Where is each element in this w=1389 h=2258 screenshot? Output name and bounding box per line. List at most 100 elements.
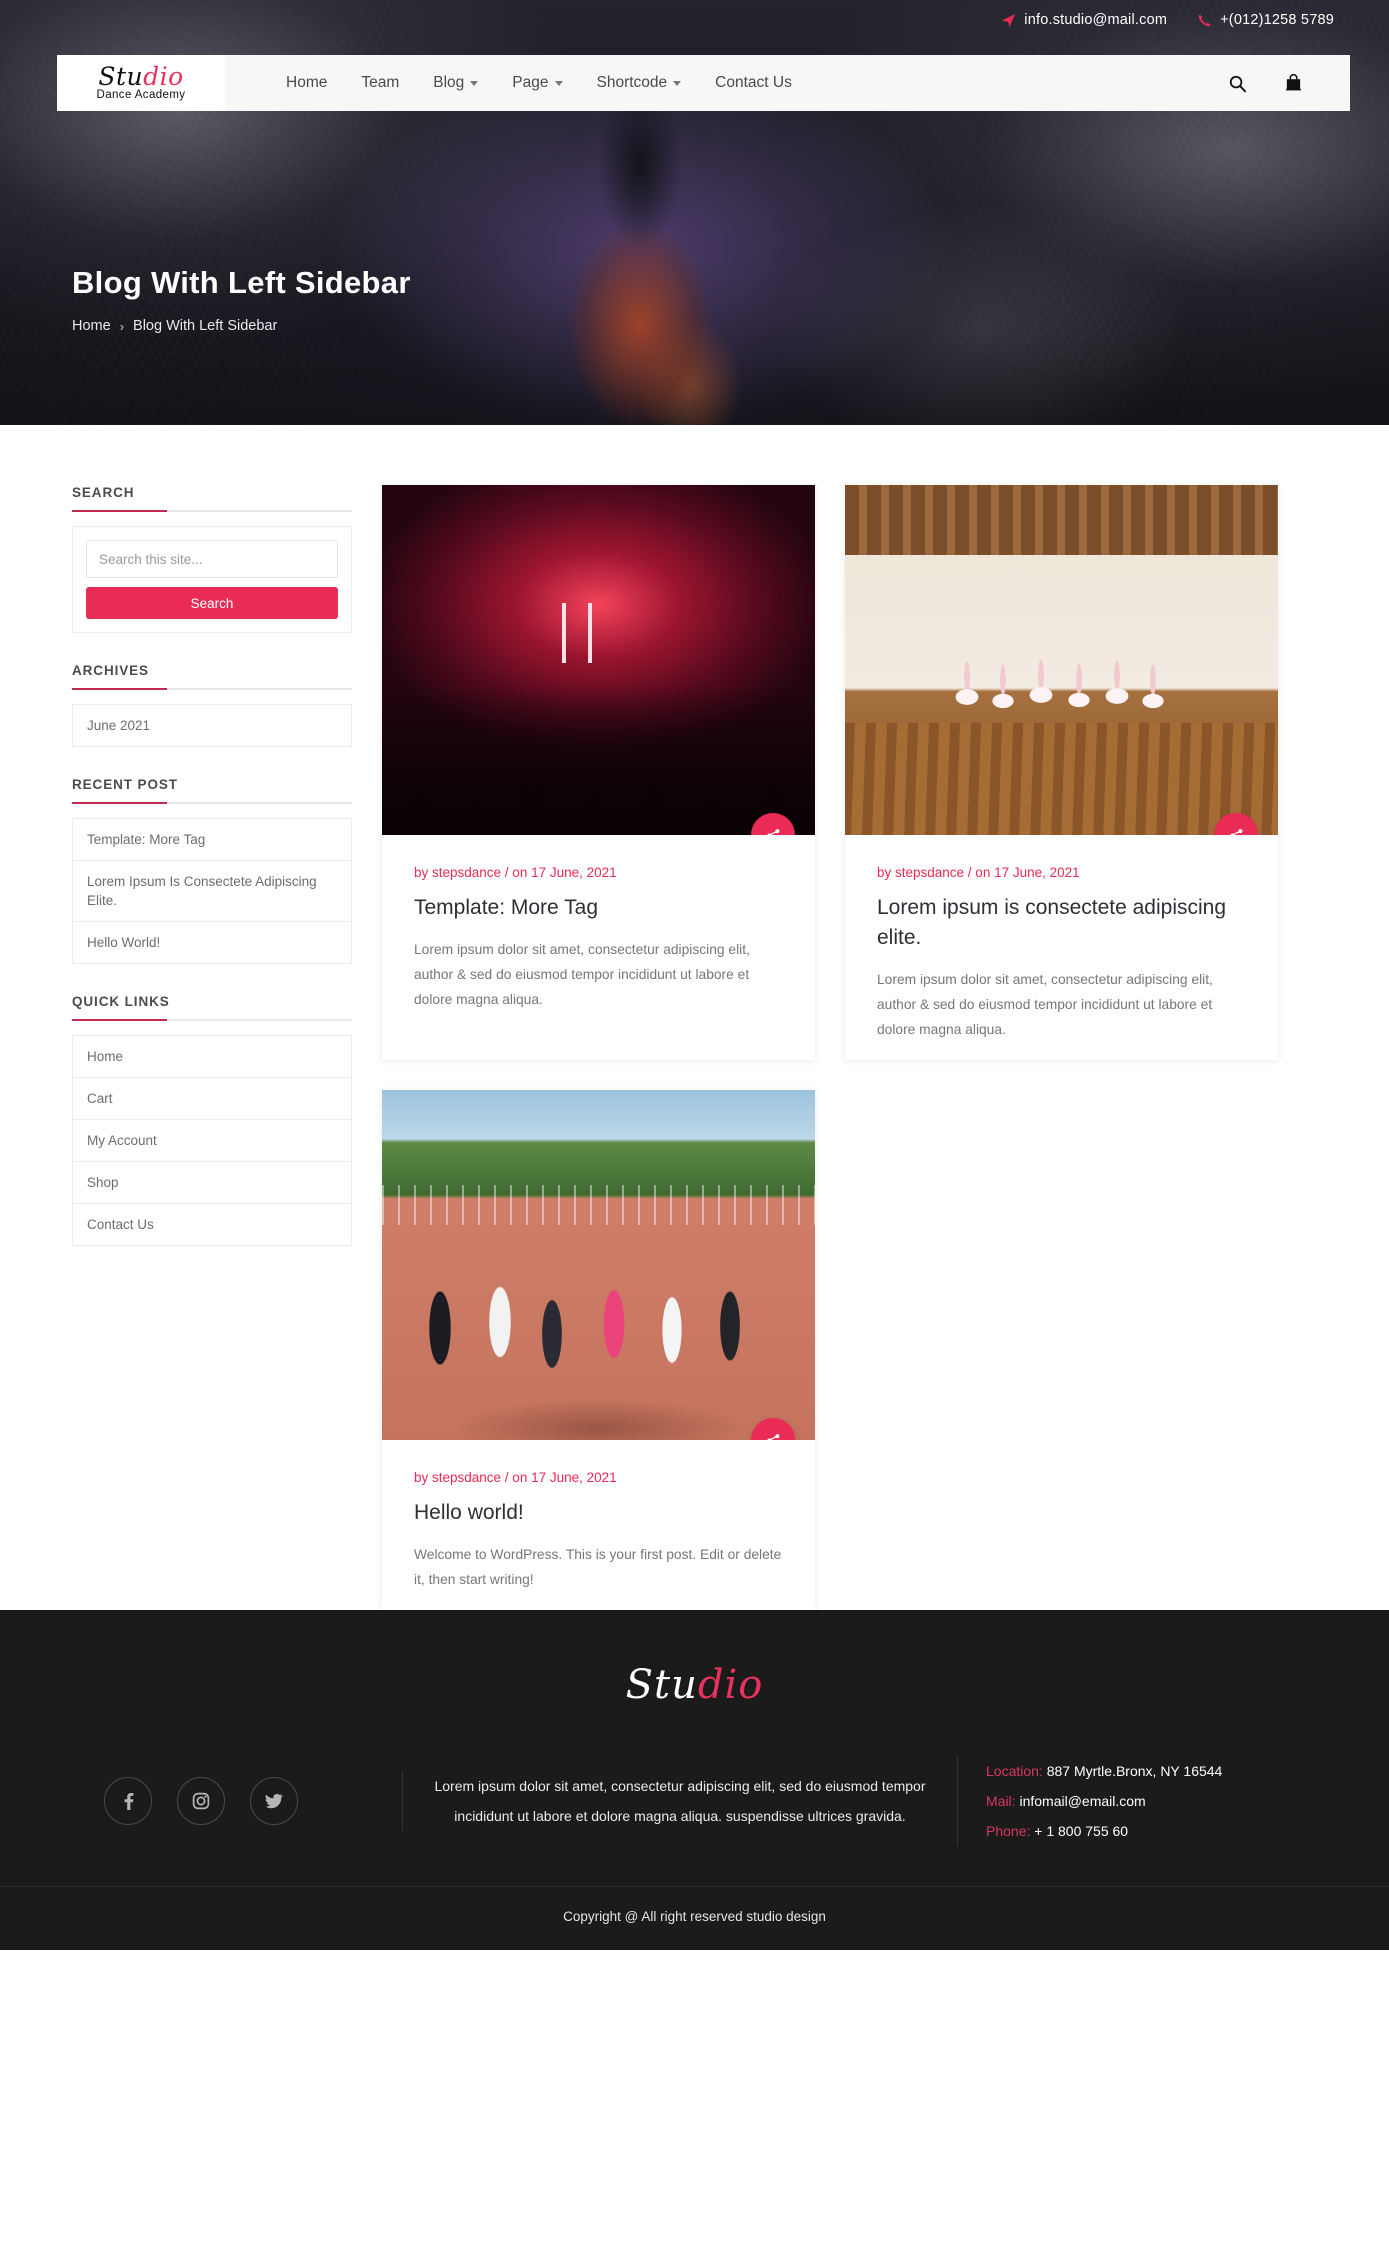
footer-location-row: Location: 887 Myrtle.Bronx, NY 16544	[986, 1756, 1317, 1786]
widget-recent-post-body: Template: More Tag Lorem Ipsum Is Consec…	[72, 818, 352, 964]
twitter-icon	[265, 1793, 284, 1809]
search-icon	[1229, 75, 1246, 92]
list-item[interactable]: Shop	[73, 1162, 351, 1204]
widget-recent-post-heading: RECENT POST	[72, 777, 352, 804]
blog-post-card[interactable]: by stepsdance / on 17 June, 2021 Lorem i…	[845, 485, 1278, 1060]
nav-label: Home	[286, 74, 328, 91]
logo-script-text: Studio	[98, 61, 184, 91]
social-link-instagram[interactable]	[177, 1777, 225, 1825]
footer-location-value: 887 Myrtle.Bronx, NY 16544	[1046, 1763, 1223, 1779]
footer-location-label: Location:	[986, 1763, 1043, 1779]
chevron-down-icon	[554, 80, 563, 86]
search-toggle-button[interactable]	[1226, 72, 1248, 94]
footer-mail-value[interactable]: infomail@email.com	[1019, 1793, 1145, 1809]
topbar-phone[interactable]: +(012)1258 5789	[1197, 12, 1334, 28]
footer-logo-part-2: dio	[697, 1662, 764, 1708]
share-icon	[766, 1433, 779, 1440]
post-excerpt: Welcome to WordPress. This is your first…	[414, 1547, 782, 1587]
quick-links-list: Home Cart My Account Shop Contact Us	[73, 1036, 351, 1245]
list-item[interactable]: Home	[73, 1036, 351, 1078]
widget-archives-heading: ARCHIVES	[72, 663, 352, 690]
search-input[interactable]	[86, 540, 338, 578]
nav-label: Team	[361, 74, 400, 91]
nav-item-blog[interactable]: Blog	[416, 55, 495, 111]
nav-label: Shortcode	[596, 74, 668, 91]
widget-recent-post: RECENT POST Template: More Tag Lorem Ips…	[72, 777, 352, 964]
cart-button[interactable]	[1282, 72, 1304, 94]
footer-phone-row: Phone: + 1 800 755 60	[986, 1816, 1317, 1846]
post-title[interactable]: Template: More Tag	[414, 893, 783, 923]
instagram-icon	[192, 1792, 210, 1810]
share-button[interactable]	[751, 1418, 795, 1440]
share-button[interactable]	[1214, 813, 1258, 835]
footer-copyright: Copyright @ All right reserved studio de…	[0, 1886, 1389, 1950]
chevron-down-icon	[673, 80, 682, 86]
topbar-email-text: info.studio@mail.com	[1024, 12, 1168, 28]
nav-item-team[interactable]: Team	[344, 55, 416, 111]
post-excerpt: Lorem ipsum dolor sit amet, consectetur …	[414, 942, 750, 1007]
footer-phone-value[interactable]: + 1 800 755 60	[1034, 1823, 1128, 1839]
share-button[interactable]	[751, 813, 795, 835]
widget-search-heading: SEARCH	[72, 485, 352, 512]
logo-part-2: dio	[143, 61, 184, 91]
list-item[interactable]: June 2021	[73, 705, 351, 746]
blog-post-card[interactable]: by stepsdance / on 17 June, 2021 Templat…	[382, 485, 815, 1060]
widget-archives-body: June 2021	[72, 704, 352, 747]
post-meta: by stepsdance / on 17 June, 2021	[877, 865, 1080, 880]
post-title[interactable]: Hello world!	[414, 1498, 783, 1528]
blog-post-card[interactable]: by stepsdance / on 17 June, 2021 Hello w…	[382, 1090, 815, 1610]
logo-subtitle: Dance Academy	[96, 88, 186, 101]
topbar-email[interactable]: info.studio@mail.com	[1001, 12, 1167, 28]
phone-icon	[1198, 14, 1211, 26]
social-link-twitter[interactable]	[250, 1777, 298, 1825]
list-item[interactable]: Cart	[73, 1078, 351, 1120]
widget-search: SEARCH Search	[72, 485, 352, 633]
footer-about-text: Lorem ipsum dolor sit amet, consectetur …	[402, 1771, 957, 1831]
post-meta: by stepsdance / on 17 June, 2021	[414, 1470, 617, 1485]
main-header-bar: Studio Dance Academy Home Team Blog Page…	[57, 55, 1350, 111]
search-button[interactable]: Search	[86, 587, 338, 619]
nav-item-contact-us[interactable]: Contact Us	[698, 55, 809, 111]
breadcrumb-home[interactable]: Home	[72, 318, 111, 334]
nav-item-home[interactable]: Home	[269, 55, 344, 111]
post-thumbnail-outdoor-dance-class[interactable]	[382, 1090, 815, 1440]
footer-phone-label: Phone:	[986, 1823, 1031, 1839]
nav-item-shortcode[interactable]: Shortcode	[580, 55, 699, 111]
main-navigation: Home Team Blog Page Shortcode Contact Us	[225, 55, 809, 111]
site-logo[interactable]: Studio Dance Academy	[57, 55, 225, 111]
list-item[interactable]: Contact Us	[73, 1204, 351, 1245]
header-actions	[1226, 55, 1350, 111]
nav-label: Contact Us	[715, 74, 792, 91]
site-footer: Studio Lorem ipsum dolor sit amet, conse…	[0, 1610, 1389, 1950]
list-item[interactable]: Template: More Tag	[73, 819, 351, 861]
footer-social-links	[72, 1777, 402, 1825]
hero-text-block: Blog With Left Sidebar Home › Blog With …	[72, 265, 411, 334]
footer-contact-info: Location: 887 Myrtle.Bronx, NY 16544 Mai…	[957, 1756, 1317, 1846]
send-icon	[1002, 13, 1016, 27]
footer-logo[interactable]: Studio	[0, 1662, 1389, 1708]
chevron-down-icon	[470, 80, 479, 86]
nav-label: Blog	[433, 74, 465, 91]
page-content: SEARCH Search ARCHIVES June 2021 RECENT …	[0, 425, 1389, 1610]
nav-item-page[interactable]: Page	[495, 55, 579, 111]
widget-quick-links-heading: QUICK LINKS	[72, 994, 352, 1021]
widget-quick-links-body: Home Cart My Account Shop Contact Us	[72, 1035, 352, 1246]
archives-list: June 2021	[73, 705, 351, 746]
widget-quick-links: QUICK LINKS Home Cart My Account Shop Co…	[72, 994, 352, 1246]
recent-post-list: Template: More Tag Lorem Ipsum Is Consec…	[73, 819, 351, 963]
footer-mail-row: Mail: infomail@email.com	[986, 1786, 1317, 1816]
list-item[interactable]: My Account	[73, 1120, 351, 1162]
social-link-facebook[interactable]	[104, 1777, 152, 1825]
breadcrumb-current: Blog With Left Sidebar	[133, 318, 278, 334]
ballet-dancers-figures	[945, 653, 1185, 733]
footer-mail-label: Mail:	[986, 1793, 1016, 1809]
post-thumbnail-concert-crowd-red-lights[interactable]	[382, 485, 815, 835]
share-icon	[766, 828, 779, 835]
facebook-icon	[124, 1793, 134, 1810]
list-item[interactable]: Hello World!	[73, 922, 351, 963]
post-title[interactable]: Lorem ipsum is consectete adipiscing eli…	[877, 893, 1246, 953]
topbar-phone-text: +(012)1258 5789	[1220, 12, 1334, 28]
logo-part-1: Stu	[98, 61, 144, 91]
list-item[interactable]: Lorem Ipsum Is Consectete Adipiscing Eli…	[73, 861, 351, 922]
post-thumbnail-ballet-dancers-studio[interactable]	[845, 485, 1278, 835]
